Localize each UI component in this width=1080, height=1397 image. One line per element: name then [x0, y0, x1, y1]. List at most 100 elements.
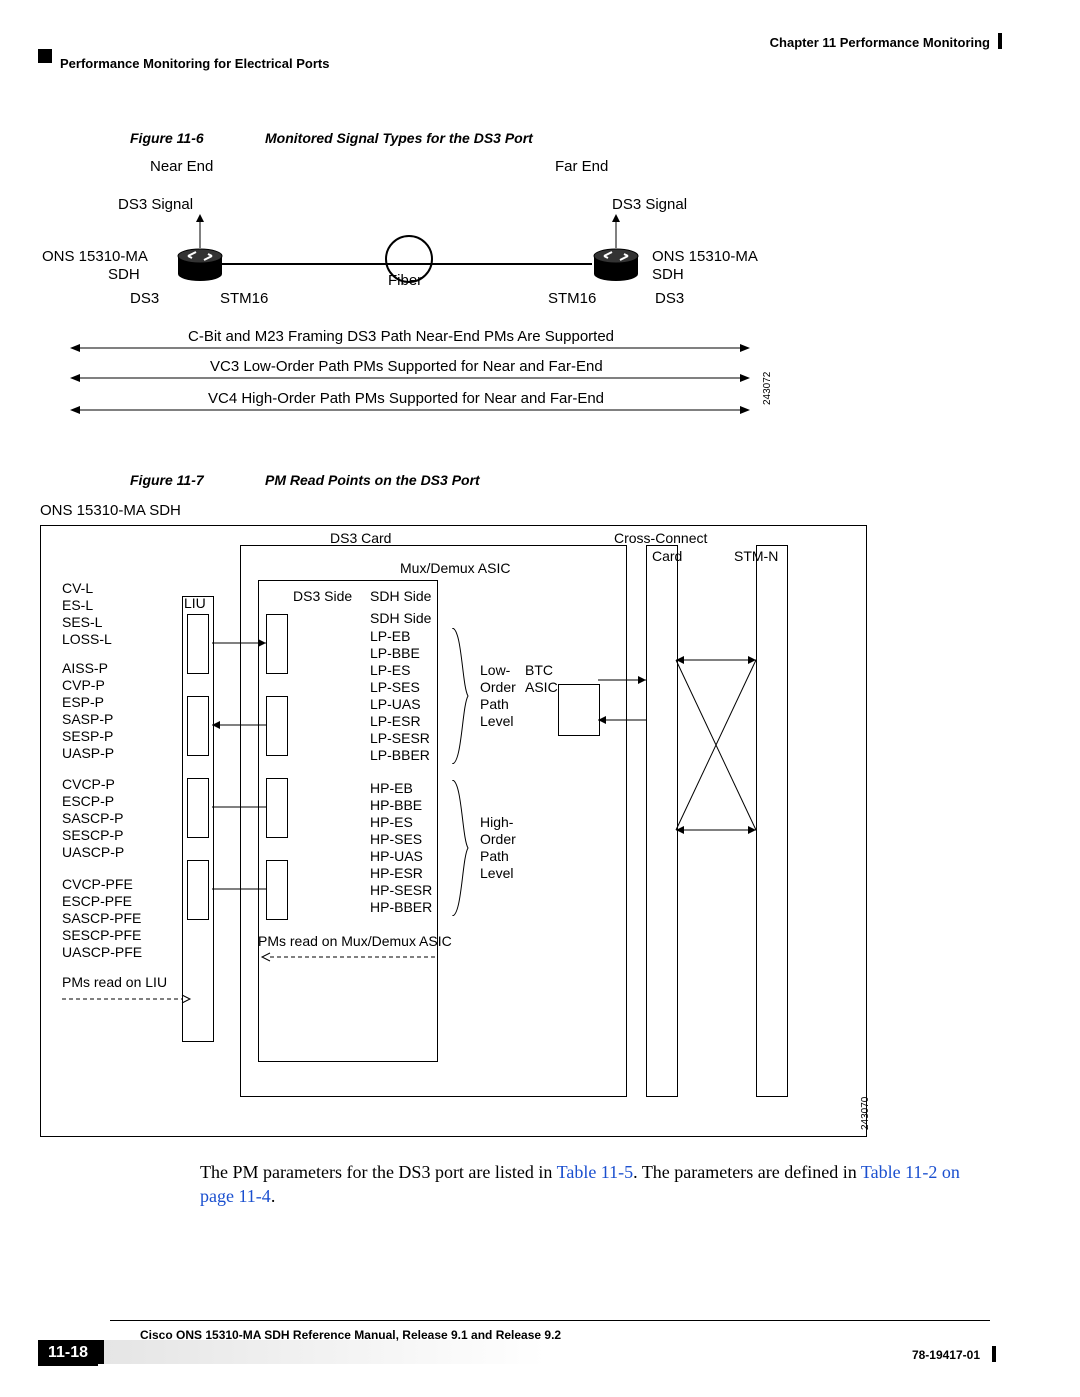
fig2-idnum: 243070 — [860, 1097, 871, 1130]
fig1-near-end: Near End — [150, 158, 213, 175]
fig2-hp1: HP-BBE — [370, 797, 422, 813]
fig2-esl: ES-L — [62, 597, 93, 613]
header-section: Performance Monitoring for Electrical Po… — [60, 56, 329, 71]
fig2-liu-cell4 — [187, 860, 209, 920]
fig2-liu: LIU — [184, 595, 206, 611]
fig2-mux-cell3 — [266, 778, 288, 838]
fig2-hp4: HP-UAS — [370, 848, 423, 864]
fig2-sescfe: SESCP-PFE — [62, 927, 141, 943]
fig2-high2: Order — [480, 831, 516, 847]
fig1-arrow3 — [70, 404, 750, 416]
fig1-sdh-l: SDH — [108, 266, 140, 283]
fig1-arm-left — [195, 214, 205, 248]
fig2-pm-liu-arrow — [62, 994, 192, 1004]
fig2-ds3side: DS3 Side — [293, 588, 352, 604]
fig2-aissp: AISS-P — [62, 660, 108, 676]
fig2-asic: ASIC — [525, 679, 558, 695]
fig2-cvcpp: CVCP-P — [62, 776, 115, 792]
fig2-liu-cell2 — [187, 696, 209, 756]
fig2-escpfe: ESCP-PFE — [62, 893, 132, 909]
fig2-ds3card: DS3 Card — [330, 530, 391, 546]
fig2-lp1: LP-BBE — [370, 645, 420, 661]
fig2-high1: High- — [480, 814, 513, 830]
fig1-far-end: Far End — [555, 158, 608, 175]
fig2-liu-cell1 — [187, 614, 209, 674]
fig2-sdhside: SDH Side — [370, 588, 431, 604]
fig2-brace-lp — [448, 628, 474, 764]
fig2-liu-cell3 — [187, 778, 209, 838]
fig1-idnum: 243072 — [762, 372, 773, 405]
header-square-icon — [38, 49, 52, 63]
figure2-number: Figure 11-7 — [130, 472, 204, 488]
router-icon-right — [592, 246, 640, 282]
router-icon-left — [176, 246, 224, 282]
fig1-ons-r: ONS 15310-MA — [652, 248, 758, 265]
fig1-ons-l: ONS 15310-MA — [42, 248, 148, 265]
fig1-fiber: Fiber — [388, 272, 422, 289]
header-bar-icon — [998, 33, 1002, 49]
footer-docnum: 78-19417-01 — [912, 1348, 980, 1362]
footer-rule — [110, 1320, 990, 1321]
fig2-hp6: HP-SESR — [370, 882, 432, 898]
fig2-device: ONS 15310-MA SDH — [40, 502, 181, 519]
fig2-conn1 — [212, 638, 266, 648]
fig2-hp3: HP-SES — [370, 831, 422, 847]
fig2-lp5: LP-ESR — [370, 713, 421, 729]
fig2-muxdemux: Mux/Demux ASIC — [400, 560, 510, 576]
fig1-ds3-signal-l: DS3 Signal — [118, 196, 193, 213]
footer-shade — [95, 1340, 996, 1364]
fig2-stmn-box — [756, 545, 788, 1097]
fig2-sdhside2: SDH Side — [370, 610, 431, 626]
fig2-lp2: LP-ES — [370, 662, 410, 678]
footer-title: Cisco ONS 15310-MA SDH Reference Manual,… — [140, 1328, 561, 1342]
fig2-lossl: LOSS-L — [62, 631, 112, 647]
fig2-high3: Path — [480, 848, 509, 864]
fig2-cvl: CV-L — [62, 580, 93, 596]
fig2-pm-liu: PMs read on LIU — [62, 974, 167, 990]
fig2-brace-hp — [448, 780, 474, 916]
fig2-sesl: SES-L — [62, 614, 102, 630]
fig2-lp7: LP-BBER — [370, 747, 430, 763]
para-t2: . The parameters are defined in — [633, 1162, 861, 1182]
fig2-uascfe: UASCP-PFE — [62, 944, 142, 960]
fig2-escpp: ESCP-P — [62, 793, 114, 809]
fig2-lp0: LP-EB — [370, 628, 410, 644]
figure2-title: PM Read Points on the DS3 Port — [265, 472, 480, 488]
fig1-stm16-r: STM16 — [548, 290, 596, 307]
fig1-stm16-l: STM16 — [220, 290, 268, 307]
fig1-ds3-l: DS3 — [130, 290, 159, 307]
fig1-sdh-r: SDH — [652, 266, 684, 283]
fig2-conn2 — [212, 720, 266, 730]
link-table-11-5[interactable]: Table 11-5 — [557, 1162, 634, 1182]
fig1-arrow1 — [70, 342, 750, 354]
fig2-hp5: HP-ESR — [370, 865, 423, 881]
fig1-arrow2 — [70, 372, 750, 384]
fig2-low2: Order — [480, 679, 516, 695]
footer-bar-icon — [992, 1346, 996, 1362]
fig2-pm-mux: PMs read on Mux/Demux ASIC — [258, 933, 452, 949]
para-t3: . — [271, 1186, 276, 1206]
fig2-lp3: LP-SES — [370, 679, 420, 695]
body-paragraph: The PM parameters for the DS3 port are l… — [200, 1160, 980, 1209]
fig2-uaspp: UASP-P — [62, 745, 114, 761]
fig2-pm-mux-arrow — [258, 952, 438, 962]
fig2-hp0: HP-EB — [370, 780, 413, 796]
fig2-mux-cell2 — [266, 696, 288, 756]
fig2-conn3 — [212, 802, 266, 812]
fig2-btc-box — [558, 684, 600, 736]
fig2-low3: Path — [480, 696, 509, 712]
fig1-ds3-signal-r: DS3 Signal — [612, 196, 687, 213]
fig2-cvpp: CVP-P — [62, 677, 105, 693]
figure1-title: Monitored Signal Types for the DS3 Port — [265, 130, 533, 146]
fig2-uascp: UASCP-P — [62, 844, 124, 860]
fig2-low1: Low- — [480, 662, 510, 678]
fig2-stmn: STM-N — [734, 548, 778, 564]
fig1-arm-right — [611, 214, 621, 248]
fig2-sascp: SASCP-P — [62, 810, 123, 826]
fig2-crossconnect: Cross-Connect — [614, 530, 707, 546]
fig2-hp7: HP-BBER — [370, 899, 432, 915]
fig2-btc: BTC — [525, 662, 553, 678]
fig2-sespp: SESP-P — [62, 728, 113, 744]
fig2-lp4: LP-UAS — [370, 696, 421, 712]
fig2-saspp: SASP-P — [62, 711, 113, 727]
